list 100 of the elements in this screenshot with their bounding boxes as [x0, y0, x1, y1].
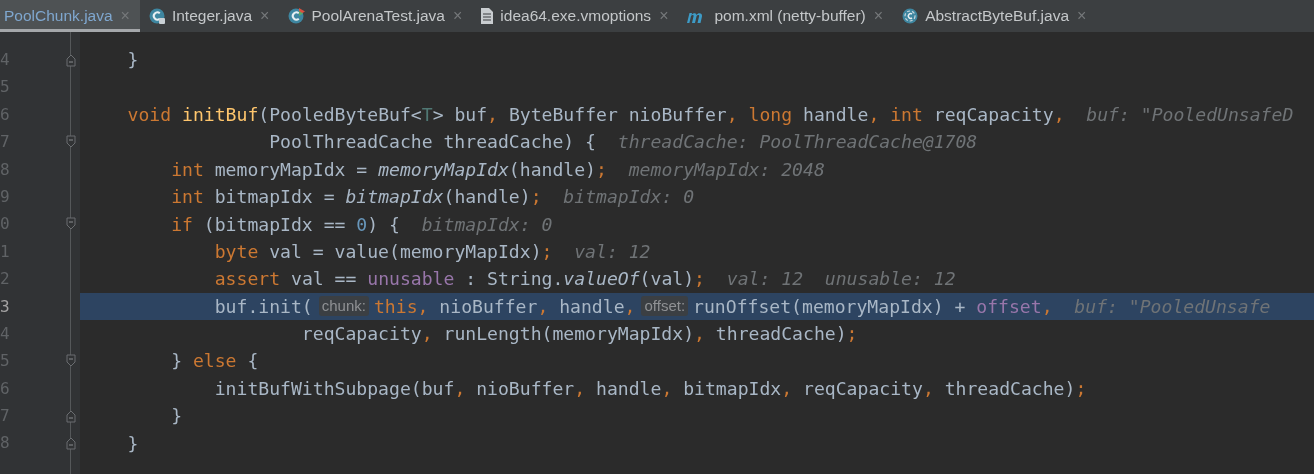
keyword: byte [213, 240, 259, 262]
keyword: else [192, 350, 237, 372]
keyword: if [170, 213, 193, 235]
code-text: initBufWithSubpage(buf [213, 377, 455, 399]
code-text: > buf [432, 103, 488, 125]
keyword: long [747, 103, 793, 125]
code-text: handle [558, 295, 625, 317]
fold-icon [66, 408, 76, 423]
field-name: offset [976, 295, 1042, 317]
code-text: (handle) [443, 186, 531, 208]
fold-icon [66, 134, 76, 149]
fold-icon [66, 52, 76, 67]
fold-icon [66, 436, 76, 451]
code-text: buf.init( [213, 295, 313, 317]
punctuation: , [454, 377, 466, 399]
debug-value-hint: memoryMapIdx: 2048 [628, 158, 825, 180]
debug-value-hint: threadCache: PoolThreadCache@1708 [617, 131, 978, 153]
code-text: { [246, 350, 259, 372]
punctuation: ; [1075, 377, 1087, 399]
fold-icon [66, 217, 76, 232]
punctuation: , [694, 323, 705, 345]
editor-tab[interactable]: Integer.java × [139, 0, 280, 32]
editor-tab[interactable]: idea64.exe.vmoptions × [472, 0, 679, 32]
punctuation: , [537, 295, 549, 317]
punctuation: ; [530, 186, 542, 208]
code-text: nioBuffer [438, 295, 538, 317]
keyword: void [126, 103, 173, 125]
parameter-hint: offset: [641, 296, 689, 317]
code-text: handle [595, 377, 662, 399]
punctuation: ; [846, 323, 858, 345]
code-text: (bitmapIdx == [202, 213, 347, 235]
code-text: (val) [639, 268, 695, 290]
code-text: reqCapacity [300, 323, 422, 345]
punctuation: , [922, 377, 934, 399]
keyword: int [170, 186, 204, 208]
code-text: nioBuffer [475, 377, 575, 399]
code-text: PoolThreadCache threadCache) { [268, 131, 596, 153]
debug-value-hint: val: 12 [726, 268, 804, 290]
code-text: threadCache) [714, 323, 847, 345]
editor-tab[interactable]: pom.xml (netty-buffer) × [678, 0, 894, 32]
keyword: this [373, 295, 418, 317]
keyword: int [889, 103, 923, 125]
method-name: initBuf [182, 103, 259, 125]
close-icon[interactable]: × [659, 7, 669, 25]
punctuation: ; [596, 158, 607, 180]
code-text: runLength(memoryMapIdx) [442, 323, 695, 345]
tab-label: PoolArenaTest.java [311, 7, 445, 25]
close-icon[interactable]: × [1077, 7, 1087, 25]
editor-tab[interactable]: PoolArenaTest.java × [279, 0, 473, 32]
punctuation: , [574, 377, 586, 399]
editor-tab[interactable]: PoolChunk.java × [0, 0, 140, 32]
method-call: memoryMapIdx [378, 158, 509, 180]
punctuation: ; [694, 268, 705, 290]
tab-label: pom.xml (netty-buffer) [714, 7, 866, 25]
punctuation: , [661, 377, 673, 399]
code-text: bitmapIdx = [213, 186, 336, 208]
code-text: } [170, 350, 184, 372]
keyword: int [170, 158, 204, 180]
code-text: memoryMapIdx = [213, 158, 369, 180]
code-text: ) { [367, 213, 400, 235]
code-text: ByteBuffer nioBuffer [507, 103, 727, 125]
punctuation: , [421, 323, 433, 345]
close-icon[interactable]: × [453, 7, 463, 25]
editor-tab[interactable]: AbstractByteBuf.java × [893, 0, 1097, 32]
code-text: runOffset(memoryMapIdx) + [693, 295, 967, 317]
tab-label: idea64.exe.vmoptions [500, 7, 652, 25]
code-text: } [170, 405, 183, 427]
punctuation: , [624, 295, 636, 317]
code-text: reqCapacity [932, 103, 1054, 125]
tab-label: Integer.java [171, 7, 253, 25]
type-parameter: T [421, 103, 433, 125]
class-test-icon [287, 7, 306, 25]
debug-value-hint: bitmapIdx: 0 [421, 213, 553, 235]
close-icon[interactable]: × [260, 7, 270, 25]
code-text: bitmapIdx [682, 377, 782, 399]
debug-value-hint: buf: "PooledUnsafeD [1086, 103, 1294, 125]
debug-value-hint: unusable: 12 [824, 268, 956, 290]
debug-value-hint: buf: "PooledUnsafe [1074, 295, 1271, 317]
punctuation: , [1041, 295, 1053, 317]
debug-value-hint: bitmapIdx: 0 [563, 186, 695, 208]
line-number: 3 [0, 295, 11, 318]
close-icon[interactable]: × [873, 7, 884, 25]
method-call: valueOf [563, 268, 640, 290]
tab-label: PoolChunk.java [4, 7, 113, 25]
punctuation: , [868, 103, 880, 125]
code-text: (PooledByteBuf< [258, 103, 422, 125]
punctuation: , [1053, 103, 1065, 125]
punctuation: , [417, 295, 429, 317]
punctuation: , [726, 103, 738, 125]
number-literal: 0 [356, 213, 368, 235]
class-lock-icon [147, 7, 166, 25]
close-icon[interactable]: × [120, 7, 130, 25]
method-call: bitmapIdx [345, 186, 444, 208]
field-name: unusable [367, 268, 455, 290]
fold-icon [66, 354, 76, 368]
code-text: : String. [464, 268, 564, 290]
code-text: } [126, 432, 139, 454]
parameter-hint: chunk: [318, 296, 369, 317]
code-text: } [126, 49, 139, 71]
code-text: handle [802, 103, 869, 125]
